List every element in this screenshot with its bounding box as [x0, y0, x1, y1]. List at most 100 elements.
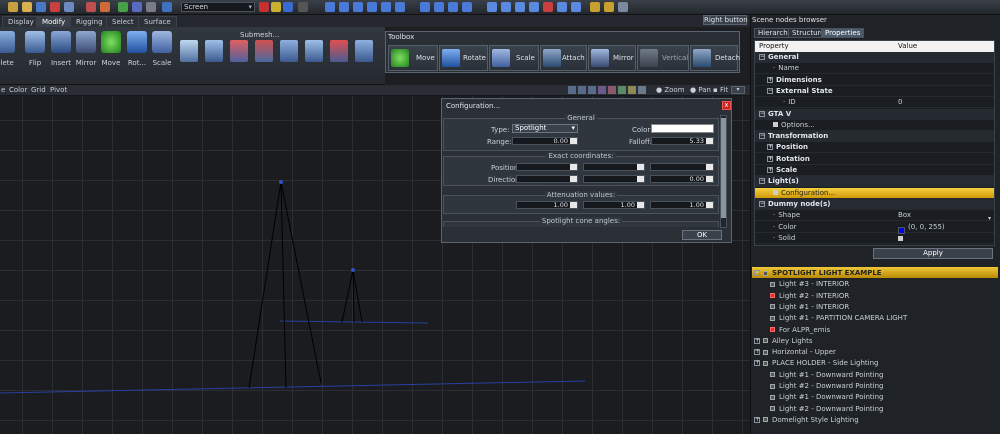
pan-button[interactable]: ● Pan: [690, 86, 711, 94]
tree-node[interactable]: Light #1 - Downward Pointing: [752, 369, 998, 380]
submesh-smooth-icon[interactable]: [355, 40, 373, 62]
flip-button[interactable]: Flip: [22, 31, 48, 67]
fit-button[interactable]: ▪ Fit: [713, 86, 728, 94]
range-input[interactable]: 0.00: [512, 137, 578, 145]
submesh-split-icon[interactable]: [230, 40, 248, 62]
checker-view-icon[interactable]: [638, 86, 646, 94]
dialog-title[interactable]: Configuration...: [446, 102, 500, 110]
tab-properties[interactable]: Properties: [821, 28, 865, 38]
measure-icon[interactable]: [146, 2, 156, 12]
node-visibility-icon[interactable]: [770, 383, 775, 389]
view-bottom-icon[interactable]: [395, 2, 405, 12]
select-face-icon[interactable]: [448, 2, 458, 12]
attenuation-linear-input[interactable]: 1.00: [583, 201, 645, 209]
property-row[interactable]: − External State: [755, 86, 994, 97]
close-file-icon[interactable]: [50, 2, 60, 12]
submesh-detach-icon[interactable]: [330, 40, 348, 62]
mirror-button[interactable]: Mirror: [73, 31, 99, 67]
camera-icon[interactable]: [487, 2, 497, 12]
property-row[interactable]: + Rotation: [755, 154, 994, 165]
toolbox-mirror-button[interactable]: Mirror: [588, 45, 636, 71]
link-icon[interactable]: [557, 2, 567, 12]
node-visibility-icon[interactable]: [763, 349, 768, 355]
property-row[interactable]: − General: [755, 52, 994, 63]
insert-button[interactable]: Insert: [48, 31, 74, 67]
submesh-weld-icon[interactable]: [255, 40, 273, 62]
property-value[interactable]: 0: [898, 98, 902, 106]
tree-node[interactable]: + Alley Lights: [752, 335, 998, 346]
collapse-icon[interactable]: −: [759, 110, 765, 117]
direction-x-input[interactable]: [516, 175, 578, 183]
expand-icon[interactable]: +: [754, 337, 760, 344]
close-button[interactable]: x: [722, 101, 731, 110]
spinner-icon[interactable]: [706, 138, 713, 144]
tree-node[interactable]: Light #2 - Downward Pointing: [752, 380, 998, 391]
tab-surface[interactable]: Surface: [138, 16, 177, 27]
settings-icon[interactable]: [618, 2, 628, 12]
right-button-mode[interactable]: Right button: [703, 15, 748, 25]
node-visibility-icon[interactable]: [770, 327, 775, 332]
light-type-select[interactable]: Spotlight ▾: [512, 124, 578, 133]
chevron-down-icon[interactable]: ▾: [988, 214, 994, 225]
move-button[interactable]: Move: [98, 31, 124, 67]
tree-node[interactable]: Light #1 - INTERIOR: [752, 301, 998, 312]
tree-node[interactable]: Light #2 - Downward Pointing: [752, 403, 998, 414]
toolbox-title[interactable]: Toolbox: [388, 33, 414, 41]
toolbox-scale-button[interactable]: Scale: [489, 45, 539, 71]
toolbox-move-button[interactable]: Move: [388, 45, 438, 71]
property-row[interactable]: · ID 0: [755, 97, 994, 109]
texture-icon[interactable]: [604, 2, 614, 12]
ok-button[interactable]: OK: [682, 230, 722, 240]
property-value[interactable]: Box: [898, 211, 911, 219]
checkbox-icon[interactable]: [773, 190, 778, 196]
property-row[interactable]: + Scale: [755, 165, 994, 176]
tree-node[interactable]: For ALPR_emis: [752, 324, 998, 335]
node-visibility-icon[interactable]: [763, 338, 768, 344]
shaded-icon[interactable]: [588, 86, 596, 94]
submesh-bevel-icon[interactable]: [280, 40, 298, 62]
submesh-cube-icon[interactable]: [180, 40, 198, 62]
node-visibility-icon[interactable]: [770, 394, 775, 400]
tree-node[interactable]: Light #3 - INTERIOR: [752, 278, 998, 289]
spinner-icon[interactable]: [570, 164, 577, 170]
expand-icon[interactable]: +: [754, 360, 760, 367]
view-back-icon[interactable]: [339, 2, 349, 12]
spinner-icon[interactable]: [706, 202, 713, 208]
spinner-icon[interactable]: [706, 164, 713, 170]
falloff-input[interactable]: 5.33: [651, 137, 714, 145]
material-icon[interactable]: [590, 2, 600, 12]
scale-button[interactable]: Scale: [149, 31, 175, 67]
spinner-icon[interactable]: [570, 138, 577, 144]
unlink-icon[interactable]: [571, 2, 581, 12]
direction-z-input[interactable]: 0.00: [650, 175, 714, 183]
tab-modify[interactable]: Modify: [36, 16, 72, 27]
collapse-icon[interactable]: −: [759, 200, 765, 207]
viewport-menu-pivot[interactable]: Pivot: [50, 86, 67, 94]
property-row[interactable]: · Color (0, 0, 255): [755, 222, 994, 233]
tab-rigging[interactable]: Rigging: [70, 16, 109, 27]
spinner-icon[interactable]: [706, 176, 713, 182]
view-right-icon[interactable]: [367, 2, 377, 12]
spinner-icon[interactable]: [570, 202, 577, 208]
tree-node[interactable]: Light #1 - Downward Pointing: [752, 391, 998, 402]
expand-icon[interactable]: +: [754, 349, 760, 356]
tree-node[interactable]: + PLACE HOLDER - Side Lighting: [752, 357, 998, 368]
viewport-menu-grid[interactable]: Grid: [31, 86, 46, 94]
solid-checkbox[interactable]: [898, 235, 903, 241]
attenuation-constant-input[interactable]: 1.00: [516, 201, 578, 209]
wireframe-icon[interactable]: [578, 86, 586, 94]
tree-node[interactable]: + Horizontal - Upper: [752, 346, 998, 357]
spinner-icon[interactable]: [637, 164, 644, 170]
light-source-icon[interactable]: [351, 268, 355, 272]
collapse-icon[interactable]: −: [767, 87, 773, 94]
tab-display[interactable]: Display: [2, 16, 40, 27]
view-left-icon[interactable]: [353, 2, 363, 12]
column-header-value[interactable]: Value: [898, 42, 917, 50]
node-visibility-icon[interactable]: [763, 270, 768, 276]
redo-icon[interactable]: [100, 2, 110, 12]
toolbox-rotate-button[interactable]: Rotate: [439, 45, 488, 71]
open-folder-icon[interactable]: [22, 2, 32, 12]
light-color-swatch[interactable]: [651, 124, 714, 133]
new-file-icon[interactable]: [8, 2, 18, 12]
expand-icon[interactable]: +: [767, 167, 773, 173]
